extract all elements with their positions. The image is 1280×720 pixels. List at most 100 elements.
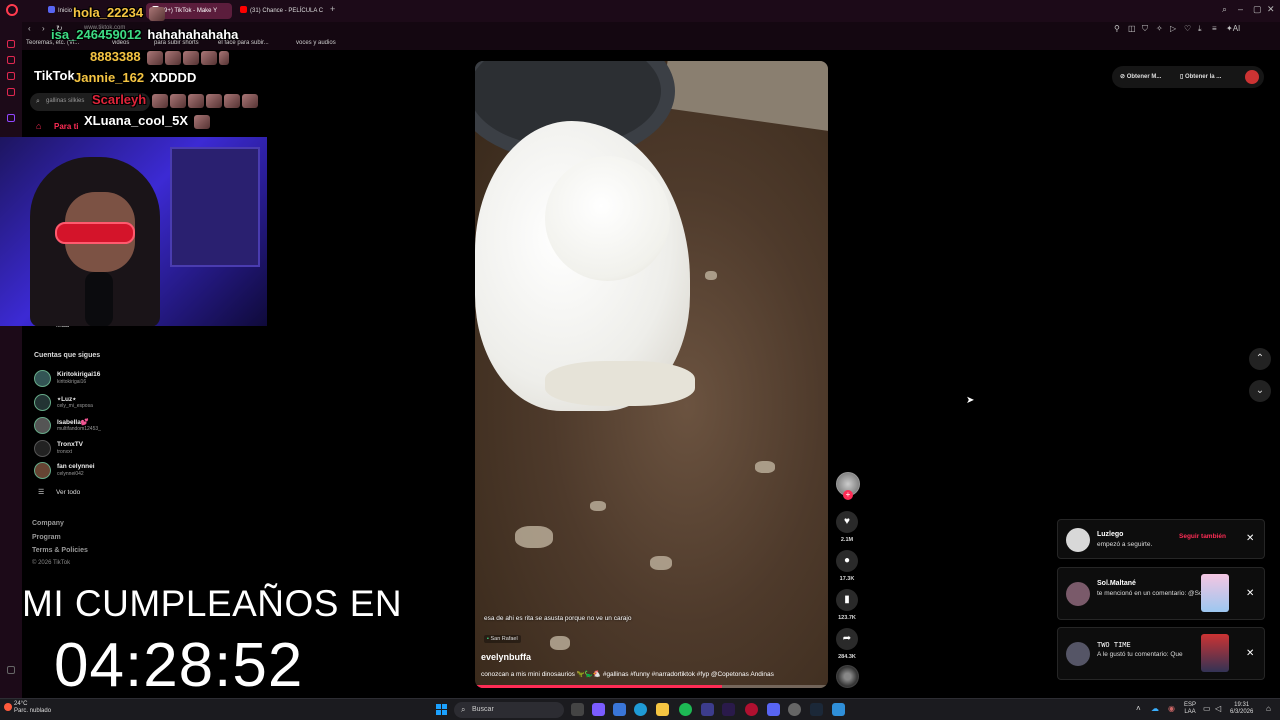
follow-back-button[interactable]: Seguir también <box>1179 533 1226 540</box>
following-handle: kiritokirigai16 <box>57 379 87 385</box>
chat-text: hahahahahaha <box>147 27 239 42</box>
heart-icon[interactable]: ♡ <box>1184 24 1191 33</box>
obs-icon[interactable] <box>788 703 801 716</box>
new-tab-icon[interactable]: + <box>330 4 335 14</box>
video-location[interactable]: ▪ San Rafael <box>484 635 521 643</box>
notification-mention[interactable]: Sol.Maltané te mencionó en un comentario… <box>1057 567 1265 620</box>
following-item[interactable]: Kiritokirigai16 kiritokirigai16 <box>34 369 174 389</box>
footer-company[interactable]: Company <box>32 520 64 527</box>
profile-avatar[interactable] <box>1245 70 1259 84</box>
windows-start-icon[interactable] <box>436 704 447 715</box>
widgets-icon[interactable] <box>613 703 626 716</box>
maximize-icon[interactable]: ▢ <box>1253 4 1262 15</box>
video-thumbnail <box>1201 634 1229 672</box>
opera-icon[interactable] <box>745 703 758 716</box>
weather-widget[interactable]: 24°C Parc. nublado <box>14 701 51 715</box>
copilot-icon[interactable] <box>592 703 605 716</box>
following-handle: cely_mi_esposa <box>57 403 93 409</box>
next-video-button[interactable]: ⌄ <box>1249 380 1271 402</box>
messenger-icon[interactable] <box>7 88 15 96</box>
tiktok-logo[interactable]: TikTok <box>34 68 75 83</box>
more-icon[interactable] <box>7 666 15 674</box>
video-stone <box>515 526 553 548</box>
home-icon[interactable] <box>7 40 15 48</box>
comment-button[interactable]: ● <box>836 550 858 572</box>
footer-program[interactable]: Program <box>32 534 61 541</box>
notification-user: Sol.Maltané <box>1097 580 1136 587</box>
language-indicator[interactable]: ESP LAA <box>1184 702 1196 716</box>
instagram-icon[interactable] <box>7 72 15 80</box>
following-item[interactable]: Isabella💕 multifandom12453_ <box>34 416 174 436</box>
after-effects-icon[interactable] <box>701 703 714 716</box>
clock[interactable]: 19:31 6/3/2026 <box>1230 702 1253 716</box>
get-app-button[interactable]: ▯ Obtener la ... <box>1180 73 1221 80</box>
tab-youtube[interactable]: (31) Chance - PELÍCULA C <box>234 3 326 19</box>
close-icon[interactable]: ✕ <box>1246 648 1254 659</box>
photos-icon[interactable] <box>832 703 845 716</box>
bookmark-5[interactable]: voces y audios <box>296 40 336 46</box>
following-name: Kiritokirigai16 <box>57 371 101 378</box>
taskbar-search[interactable]: Buscar <box>454 702 564 718</box>
notifications-icon[interactable]: ⌂ <box>1266 704 1271 713</box>
edge-icon[interactable] <box>634 703 647 716</box>
see-all-link[interactable]: Ver todo <box>56 489 80 496</box>
mic-icon[interactable]: ◉ <box>1168 704 1175 713</box>
video-progress-bar[interactable] <box>475 685 828 688</box>
spotify-icon[interactable] <box>679 703 692 716</box>
save-button[interactable]: ▮ <box>836 589 858 611</box>
twitch-icon[interactable] <box>7 114 15 122</box>
snapshot-icon[interactable]: ◫ <box>1128 24 1136 33</box>
follow-plus-icon[interactable]: + <box>843 490 853 500</box>
minimize-icon[interactable]: – <box>1238 4 1243 14</box>
share-button[interactable]: ➦ <box>836 628 858 650</box>
close-window-icon[interactable]: ✕ <box>1267 4 1275 15</box>
nav-for-you[interactable]: Para ti <box>54 122 78 131</box>
music-disc-icon[interactable] <box>836 665 859 688</box>
tray-chevron-icon[interactable]: ˄ <box>1136 704 1141 713</box>
notification-follow[interactable]: Luzlego empezó a seguirte. Seguir tambié… <box>1057 519 1265 559</box>
file-explorer-icon[interactable] <box>656 703 669 716</box>
forward-icon[interactable]: › <box>42 24 45 33</box>
close-icon[interactable]: ✕ <box>1246 588 1254 599</box>
notification-message: empezó a seguirte. <box>1097 541 1153 548</box>
list-icon: ☰ <box>38 489 45 496</box>
settings-icon[interactable]: ≡ <box>1212 24 1217 33</box>
opera-sidebar <box>0 22 22 698</box>
premiere-icon[interactable] <box>722 703 735 716</box>
comment-icon: ● <box>843 555 851 566</box>
network-icon[interactable]: ▭ <box>1203 704 1211 713</box>
weather-desc: Parc. nublado <box>14 708 52 714</box>
following-item[interactable]: ⋆Luz⋆ cely_mi_esposa <box>34 393 174 413</box>
footer-terms[interactable]: Terms & Policies <box>32 547 88 554</box>
avatar <box>34 394 51 411</box>
back-icon[interactable]: ‹ <box>28 24 31 33</box>
video-player[interactable]: esa de ahi es rita se asusta porque no v… <box>475 61 828 688</box>
get-coins-button[interactable]: ⊘ Obtener M... <box>1120 73 1161 80</box>
cloud-icon[interactable]: ☁ <box>1151 704 1159 713</box>
close-icon[interactable]: ✕ <box>1246 533 1254 544</box>
extensions-icon[interactable]: ✧ <box>1156 24 1163 33</box>
like-count: 2.1M <box>840 537 854 543</box>
chat-message: isa_246459012 hahahahahaha <box>51 27 238 42</box>
discord-icon[interactable] <box>767 703 780 716</box>
task-view-icon[interactable] <box>571 703 584 716</box>
following-item[interactable]: TronxTV tronxxt <box>34 439 174 459</box>
aria-icon[interactable] <box>7 56 15 64</box>
steam-icon[interactable] <box>810 703 823 716</box>
shield-icon[interactable]: ⛉ <box>1142 24 1148 34</box>
video-author[interactable]: evelynbuffa <box>481 652 531 662</box>
heart-icon: ♥ <box>844 516 850 527</box>
player-icon[interactable]: ▷ <box>1170 24 1176 33</box>
opera-logo-icon[interactable] <box>6 4 18 16</box>
notification-like[interactable]: TWO TIME A le gustó tu comentario: Que ✕ <box>1057 627 1265 680</box>
following-name: Isabella💕 <box>57 419 89 426</box>
pin-icon[interactable]: ⚲ <box>1114 24 1120 33</box>
webcam-background <box>170 147 260 267</box>
like-button[interactable]: ♥ <box>836 511 858 533</box>
download-icon[interactable]: ⤓ <box>1198 24 1202 34</box>
search-tabs-icon[interactable]: ⌕ <box>1222 4 1227 15</box>
volume-icon[interactable]: ◁ <box>1215 704 1221 713</box>
following-item[interactable]: fan celynnei celynnei042 <box>34 461 174 481</box>
ai-icon[interactable]: ✦AI <box>1226 24 1240 33</box>
previous-video-button[interactable]: ⌃ <box>1249 348 1271 370</box>
